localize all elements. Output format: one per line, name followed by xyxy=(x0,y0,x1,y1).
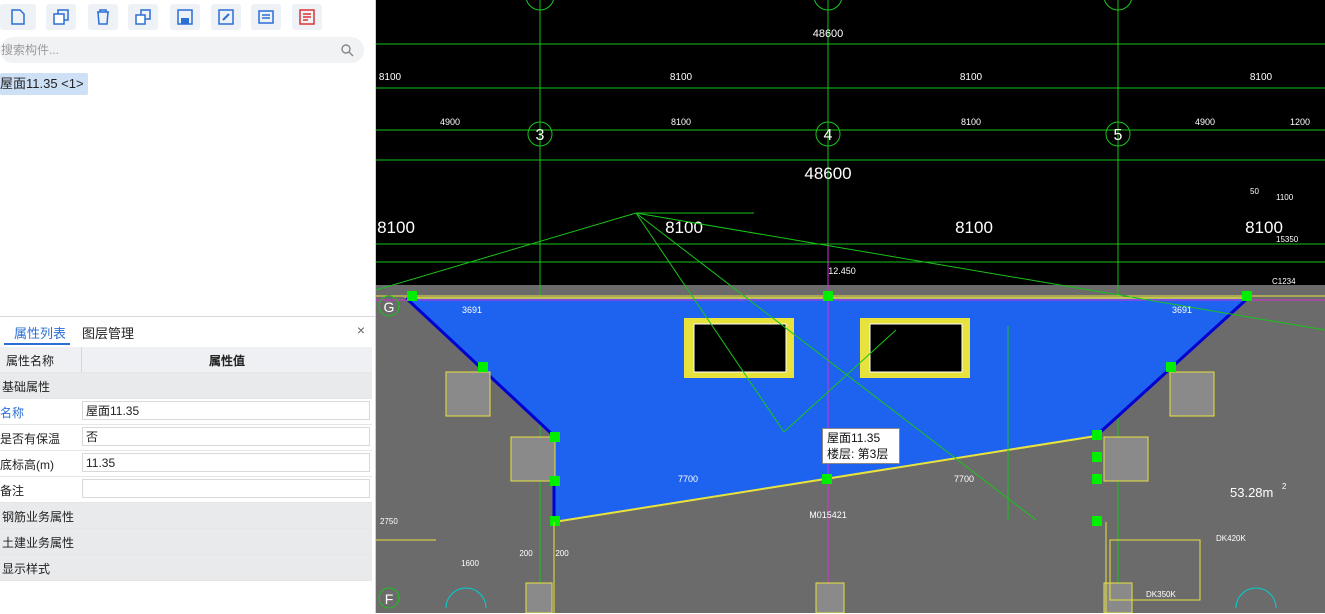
table-row[interactable]: 是否有保温 否 xyxy=(0,425,372,451)
elevation-label: 12.450 xyxy=(828,266,856,276)
property-key: 备注 xyxy=(0,484,25,498)
group-steel[interactable]: 钢筋业务属性 xyxy=(0,503,372,529)
small-dim: 200 xyxy=(519,549,533,558)
dim-span-top: 8100 xyxy=(670,72,693,83)
property-value-input[interactable]: 11.35 xyxy=(82,453,370,472)
property-value-input[interactable]: 屋面11.35 xyxy=(82,401,370,420)
dim-right: 3691 xyxy=(1172,305,1192,315)
small-label: 2750 xyxy=(380,517,398,526)
small-dim: 1100 xyxy=(1276,193,1294,202)
search-icon[interactable] xyxy=(340,43,354,57)
table-row[interactable]: 底标高(m) 11.35 xyxy=(0,451,372,477)
small-dim: 50 xyxy=(1250,187,1259,196)
property-value-input[interactable] xyxy=(82,479,370,498)
group-label: 显示样式 xyxy=(2,562,51,576)
search-input[interactable] xyxy=(0,37,331,63)
table-header: 属性名称 属性值 xyxy=(0,347,372,373)
table-row[interactable]: 名称 屋面11.35 xyxy=(0,399,372,425)
dim-span-mid: 8100 xyxy=(955,218,993,237)
duplicate-icon xyxy=(135,9,151,25)
duplicate-button[interactable] xyxy=(128,4,158,30)
grid-label: F xyxy=(385,591,394,607)
column-header-value: 属性值 xyxy=(208,354,245,368)
dim-bottom: 7700 xyxy=(954,474,974,484)
small-dim: 200 xyxy=(555,549,569,558)
tooltip-floor: 楼层: 第3层 xyxy=(827,447,889,461)
dim-total-mid: 48600 xyxy=(804,164,851,183)
table-row[interactable]: 备注 xyxy=(0,477,372,503)
group-label: 钢筋业务属性 xyxy=(2,510,75,524)
column-header-name: 属性名称 xyxy=(6,354,55,368)
tab-properties[interactable]: 属性列表 xyxy=(14,323,66,342)
room-code: M015421 xyxy=(809,510,847,520)
small-dim: 15350 xyxy=(1276,235,1299,244)
dim-sub-top: 8100 xyxy=(671,117,691,127)
list-icon xyxy=(258,10,274,24)
group-basic[interactable]: 基础属性 xyxy=(0,373,372,399)
tab-layers[interactable]: 图层管理 xyxy=(82,323,134,342)
properties-table: 属性名称 属性值 基础属性 名称 屋面11.35 是否有保温 否 底标高(m) … xyxy=(0,347,372,581)
component-toolbar xyxy=(0,0,375,34)
new-component-button[interactable] xyxy=(0,4,36,30)
grid-label: G xyxy=(384,299,395,315)
dim-left: 3691 xyxy=(462,305,482,315)
cad-drawing-canvas[interactable]: 48600 8100 8100 8100 8100 4900 8100 8100… xyxy=(376,0,1325,613)
small-label: DK420K xyxy=(1216,534,1246,543)
tooltip-title: 屋面11.35 xyxy=(827,431,881,445)
property-value-input[interactable]: 否 xyxy=(82,427,370,446)
dim-span-top: 8100 xyxy=(960,72,983,83)
group-display[interactable]: 显示样式 xyxy=(0,555,372,581)
property-key: 名称 xyxy=(0,406,25,420)
close-icon[interactable]: × xyxy=(357,322,365,338)
delete-button[interactable] xyxy=(88,4,118,30)
group-label: 土建业务属性 xyxy=(2,536,75,550)
component-tree-item[interactable]: 屋面11.35 <1> xyxy=(0,73,88,95)
save-icon xyxy=(177,9,193,25)
property-key: 是否有保温 xyxy=(0,432,61,446)
small-dim: C1234 xyxy=(1272,277,1296,286)
dim-sub-top: 4900 xyxy=(1195,117,1215,127)
dim-sub-top: 8100 xyxy=(961,117,981,127)
copy-icon xyxy=(53,9,69,25)
axis-label: 4 xyxy=(824,127,833,144)
axis-label: 5 xyxy=(1114,127,1123,144)
small-dim: 1600 xyxy=(461,559,479,568)
hover-tooltip: 屋面11.35 楼层: 第3层 xyxy=(822,428,900,464)
search-box xyxy=(0,37,364,63)
properties-button[interactable] xyxy=(292,4,322,30)
dim-total-top: 48600 xyxy=(813,28,844,40)
list-button[interactable] xyxy=(251,4,281,30)
dim-sub-top: 1200 xyxy=(1290,117,1310,127)
properties-icon xyxy=(299,9,315,25)
new-file-icon xyxy=(11,9,25,25)
area-superscript: 2 xyxy=(1282,482,1287,491)
group-label: 基础属性 xyxy=(2,380,51,394)
small-label: DK350K xyxy=(1146,590,1176,599)
area-label: 53.28m xyxy=(1230,485,1273,500)
edit-icon xyxy=(218,9,234,25)
save-template-button[interactable] xyxy=(170,4,200,30)
dim-span-mid: 8100 xyxy=(377,218,415,237)
edit-button[interactable] xyxy=(211,4,241,30)
axis-label: 3 xyxy=(536,127,545,144)
properties-panel: 属性列表 图层管理 × 属性名称 属性值 基础属性 名称 屋面11.35 是否有… xyxy=(0,316,375,614)
properties-tabs: 属性列表 图层管理 × xyxy=(0,317,375,345)
dim-span-top: 8100 xyxy=(379,72,402,83)
dim-sub-top: 4900 xyxy=(440,117,460,127)
group-civil[interactable]: 土建业务属性 xyxy=(0,529,372,555)
copy-button[interactable] xyxy=(46,4,76,30)
active-tab-indicator xyxy=(4,343,70,345)
property-key: 底标高(m) xyxy=(0,458,54,472)
trash-icon xyxy=(97,9,109,25)
component-panel: 屋面11.35 <1> 属性列表 图层管理 × 属性名称 属性值 基础属性 名称… xyxy=(0,0,376,613)
dim-span-top: 8100 xyxy=(1250,72,1273,83)
dim-bottom: 7700 xyxy=(678,474,698,484)
